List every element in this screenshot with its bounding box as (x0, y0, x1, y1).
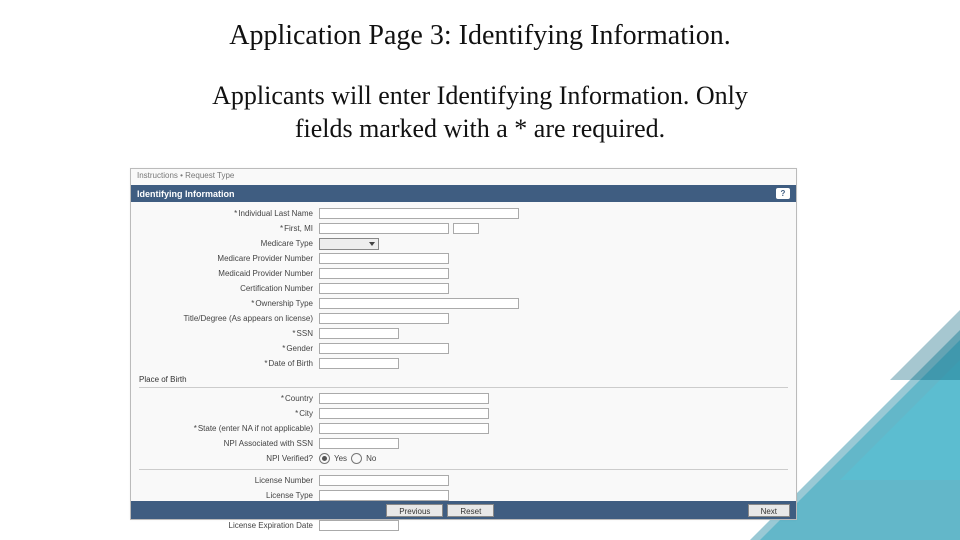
next-button[interactable]: Next (748, 504, 790, 517)
input-ownership[interactable] (319, 298, 519, 309)
radio-group-npi-verified: Yes No (319, 453, 376, 464)
label-npi-ssn: NPI Associated with SSN (131, 439, 319, 448)
label-npi-verified: NPI Verified? (131, 454, 319, 463)
form-area: Individual Last Name First, MI Medicare … (131, 202, 796, 533)
panel-header: Identifying Information ? (131, 185, 796, 202)
input-title-degree[interactable] (319, 313, 449, 324)
label-country: Country (131, 394, 319, 403)
form-screenshot: Instructions • Request Type Identifying … (130, 168, 797, 520)
input-gender[interactable] (319, 343, 449, 354)
input-license-num[interactable] (319, 475, 449, 486)
label-last-name: Individual Last Name (131, 209, 319, 218)
radio-yes-label: Yes (334, 454, 347, 463)
label-ownership: Ownership Type (131, 299, 319, 308)
input-license-type[interactable] (319, 490, 449, 501)
label-state: State (enter NA if not applicable) (131, 424, 319, 433)
input-mi[interactable] (453, 223, 479, 234)
label-city: City (131, 409, 319, 418)
radio-yes[interactable] (319, 453, 330, 464)
input-dob[interactable] (319, 358, 399, 369)
input-city[interactable] (319, 408, 489, 419)
label-license-exp: License Expiration Date (131, 521, 319, 530)
label-dob: Date of Birth (131, 359, 319, 368)
section-place-of-birth: Place of Birth (131, 371, 796, 384)
input-cert-num[interactable] (319, 283, 449, 294)
reset-button[interactable]: Reset (447, 504, 494, 517)
input-state[interactable] (319, 423, 489, 434)
input-npi-ssn[interactable] (319, 438, 399, 449)
input-ssn[interactable] (319, 328, 399, 339)
label-first-mi: First, MI (131, 224, 319, 233)
label-medicaid-num: Medicaid Provider Number (131, 269, 319, 278)
input-first[interactable] (319, 223, 449, 234)
input-country[interactable] (319, 393, 489, 404)
label-medicare-num: Medicare Provider Number (131, 254, 319, 263)
label-ssn: SSN (131, 329, 319, 338)
divider (139, 387, 788, 388)
page-subtitle: Applicants will enter Identifying Inform… (0, 80, 960, 145)
radio-no[interactable] (351, 453, 362, 464)
help-icon[interactable]: ? (776, 188, 790, 199)
label-license-num: License Number (131, 476, 319, 485)
label-cert-num: Certification Number (131, 284, 319, 293)
radio-no-label: No (366, 454, 376, 463)
decoration-triangle (890, 290, 960, 380)
input-last-name[interactable] (319, 208, 519, 219)
input-medicare-num[interactable] (319, 253, 449, 264)
panel-footer: Previous Reset Next (131, 501, 796, 519)
page-title: Application Page 3: Identifying Informat… (0, 20, 960, 52)
divider (139, 469, 788, 470)
input-license-exp[interactable] (319, 520, 399, 531)
label-medicare-type: Medicare Type (131, 239, 319, 248)
panel-title: Identifying Information (137, 189, 235, 199)
select-medicare-type[interactable] (319, 238, 379, 250)
label-license-type: License Type (131, 491, 319, 500)
label-title-degree: Title/Degree (As appears on license) (131, 314, 319, 323)
breadcrumb: Instructions • Request Type (131, 169, 796, 185)
label-gender: Gender (131, 344, 319, 353)
input-medicaid-num[interactable] (319, 268, 449, 279)
slide: Application Page 3: Identifying Informat… (0, 0, 960, 540)
previous-button[interactable]: Previous (386, 504, 443, 517)
